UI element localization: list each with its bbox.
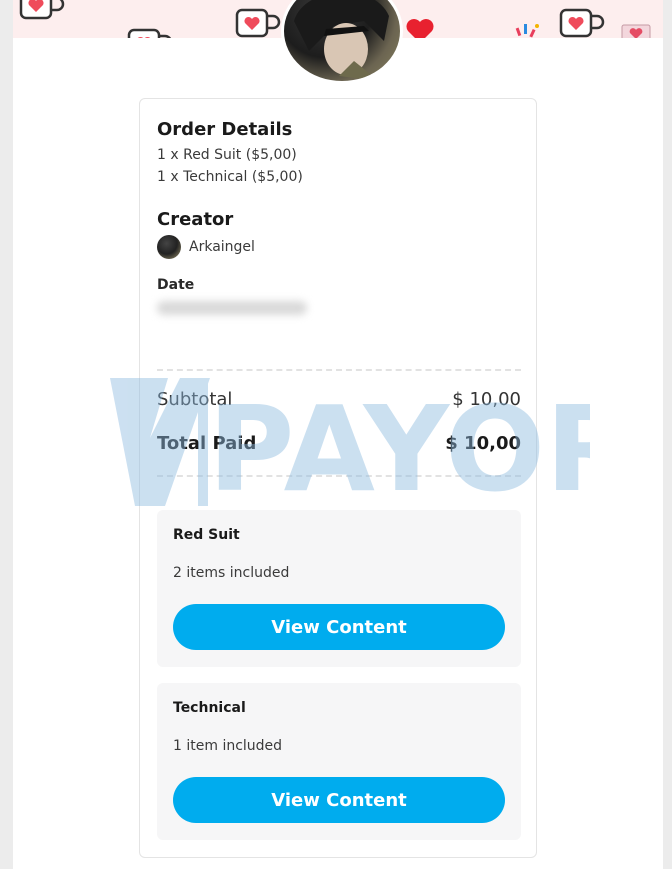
package-title: Technical [173,700,246,716]
date-value-redacted [157,301,307,315]
package-item-count: 2 items included [173,565,290,581]
total-row: Total Paid $ 10,00 [157,433,521,454]
view-content-button[interactable]: View Content [173,604,505,650]
package-title: Red Suit [173,527,240,543]
subtotal-row: Subtotal $ 10,00 [157,389,521,410]
divider [157,369,521,371]
creator-avatar-large[interactable] [281,0,403,84]
total-value: $ 10,00 [445,433,521,454]
divider [157,475,521,477]
package-panel: Red Suit 2 items included View Content [157,510,521,667]
total-label: Total Paid [157,433,257,454]
subtotal-value: $ 10,00 [452,389,521,410]
page: Order Details 1 x Red Suit ($5,00) 1 x T… [13,0,663,869]
date-label: Date [157,277,195,293]
avatar [157,235,181,259]
creator-link[interactable]: Arkaingel [157,235,255,259]
order-line-item: 1 x Red Suit ($5,00) [157,147,297,163]
order-card: Order Details 1 x Red Suit ($5,00) 1 x T… [139,98,537,858]
coffee-mug-heart-icon [235,8,281,38]
order-details-heading: Order Details [157,119,293,140]
coffee-mug-heart-icon [19,0,65,20]
confetti-icon [515,24,539,38]
order-line-item: 1 x Technical ($5,00) [157,169,303,185]
subtotal-label: Subtotal [157,389,233,410]
avatar-portrait [294,0,389,81]
coffee-mug-heart-icon [127,28,172,38]
package-item-count: 1 item included [173,738,283,754]
heart-icon [406,19,434,38]
creator-heading: Creator [157,209,234,230]
creator-name: Arkaingel [189,239,255,255]
envelope-heart-icon [621,24,651,38]
coffee-mug-heart-icon [559,8,605,38]
package-panel: Technical 1 item included View Content [157,683,521,840]
view-content-button[interactable]: View Content [173,777,505,823]
